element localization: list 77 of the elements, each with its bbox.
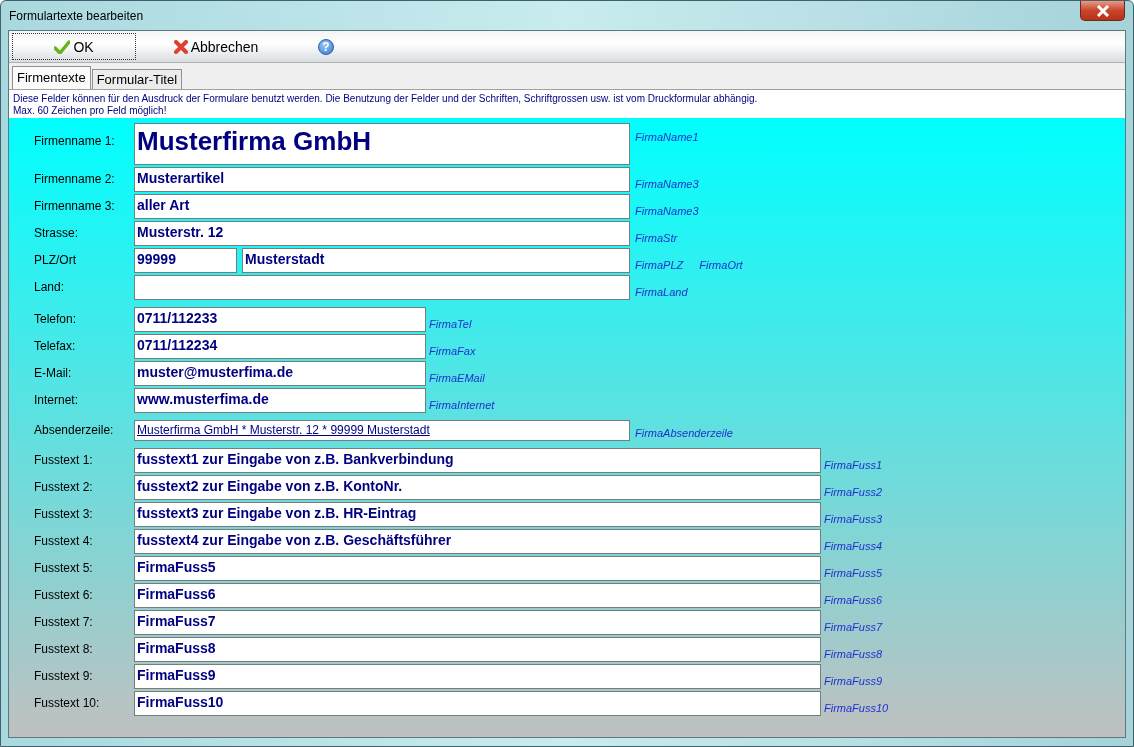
field-label: Telefon: [34,311,78,328]
field-name-hint: FirmaFuss5 [824,567,883,579]
field-label: Fusstext 10: [34,695,101,712]
tab[interactable]: Formular-Titel [91,69,183,89]
field-label: Fusstext 9: [34,668,94,685]
input-field[interactable]: 0711/112233 [134,307,426,332]
input-field[interactable]: fusstext4 zur Eingabe von z.B. Geschäftsführer [134,529,821,554]
input-field[interactable]: FirmaFuss10 [134,691,821,716]
input-field[interactable]: FirmaFuss5 [134,556,821,581]
close-button[interactable] [1080,1,1125,21]
field-label: Fusstext 6: [34,587,94,604]
field-label: E-Mail: [34,365,73,382]
field-name-hint: FirmaFax [429,345,476,357]
field-name-hint: FirmaStr [635,232,678,244]
field-name-hint: FirmaFuss4 [824,540,883,552]
field-label: Fusstext 2: [34,479,94,496]
field-name-hint: FirmaFuss9 [824,675,883,687]
field-name-hint: FirmaFuss8 [824,648,883,660]
input-field[interactable]: fusstext3 zur Eingabe von z.B. HR-Eintrag [134,502,821,527]
input-field[interactable]: FirmaFuss8 [134,637,821,662]
cancel-button[interactable]: Abbrechen [156,33,276,60]
input-field[interactable]: Musterartikel [134,167,630,192]
field-label: Fusstext 8: [34,641,94,658]
field-label: Firmenname 3: [34,198,116,215]
field-name-hint: FirmaLand [635,286,688,298]
field-label: Land: [34,279,66,296]
input-field[interactable]: aller Art [134,194,630,219]
window-title: Formulartexte bearbeiten [9,9,144,23]
cross-icon [173,39,188,54]
field-name-hint: FirmaTel [429,318,472,330]
sender-line-link[interactable]: Musterfirma GmbH * Musterstr. 12 * 99999 Musterstadt [137,423,430,437]
info-text: Max. 60 Zeichen pro Feld möglich! [13,105,168,117]
field-name-hint: FirmaFuss7 [824,621,883,633]
field-label: Fusstext 1: [34,452,94,469]
input-field[interactable]: FirmaFuss9 [134,664,821,689]
field-label: Firmenname 1: [34,133,116,150]
field-name-hint: FirmaFuss2 [824,486,883,498]
field-label: Strasse: [34,225,79,242]
input-field[interactable]: Musterstadt [242,248,630,273]
field-name-hint: FirmaName3 [635,178,699,190]
input-field[interactable]: fusstext2 zur Eingabe von z.B. KontoNr. [134,475,821,500]
field-label: Fusstext 5: [34,560,94,577]
ok-button[interactable]: OK [12,33,136,60]
field-name-hint: FirmaName3 [635,205,699,217]
field-label: Fusstext 4: [34,533,94,550]
input-field[interactable]: Musterstr. 12 [134,221,630,246]
input-field[interactable]: muster@musterfima.de [134,361,426,386]
field-name-hint: FirmaInternet [429,399,495,411]
field-label: Fusstext 3: [34,506,94,523]
field-name-hint: FirmaPLZ [635,259,684,271]
close-icon [1095,4,1110,17]
field-name-hint: FirmaAbsenderzeile [635,427,733,439]
tab[interactable]: Firmentexte [12,66,91,89]
field-label: Telefax: [34,338,77,355]
field-label: Internet: [34,392,80,409]
field-name-hint: FirmaName1 [635,131,699,143]
input-field[interactable]: 99999 [134,248,237,273]
info-text: Diese Felder können für den Ausdruck der Formulare benutzt werden. Die Benutzung der Felder und der Schriften, Schriftgrossen usw. ist vom Druckformular abhängig. [13,93,759,105]
field-name-hint: FirmaEMail [429,372,485,384]
checkmark-icon [54,39,71,54]
input-field[interactable]: www.musterfima.de [134,388,426,413]
field-label: Fusstext 7: [34,614,94,631]
input-field[interactable]: 0711/112234 [134,334,426,359]
field-name-hint: FirmaOrt [699,259,743,271]
field-label: Absenderzeile: [34,422,115,439]
input-field[interactable]: fusstext1 zur Eingabe von z.B. Bankverbindung [134,448,821,473]
field-name-hint: FirmaFuss6 [824,594,883,606]
field-name-hint: FirmaFuss10 [824,702,889,714]
input-field[interactable] [134,275,630,300]
field-label: Firmenname 2: [34,171,116,188]
field-name-hint: FirmaFuss1 [824,459,883,471]
input-field[interactable]: FirmaFuss6 [134,583,821,608]
input-field[interactable]: Musterfirma GmbH * Musterstr. 12 * 99999 Musterstadt [134,420,630,441]
field-name-hint: FirmaFuss3 [824,513,883,525]
input-field[interactable]: FirmaFuss7 [134,610,821,635]
input-field[interactable]: Musterfirma GmbH [134,123,630,165]
field-label: PLZ/Ort [34,252,77,269]
